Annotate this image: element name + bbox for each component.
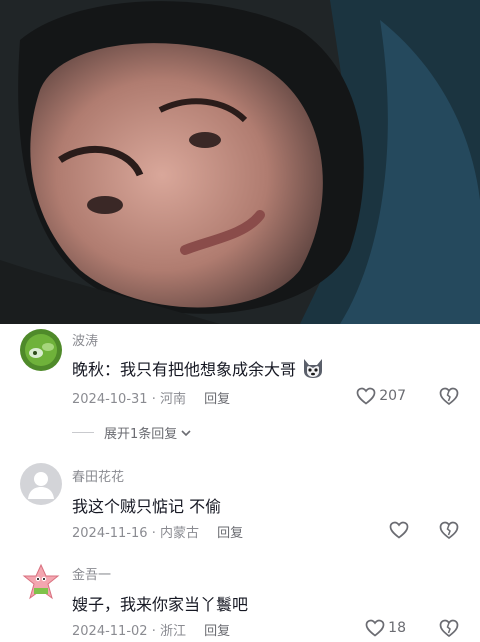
comment-meta: 2024-11-16 · 内蒙古 回复 [72, 526, 244, 541]
dislike-button[interactable] [438, 618, 460, 638]
comment-text: 我这个贼只惦记 不偷 [72, 497, 222, 516]
husky-dog-emoji-icon [304, 359, 323, 378]
broken-heart-icon [439, 521, 459, 540]
reply-button[interactable]: 回复 [204, 392, 230, 407]
like-button[interactable]: 18 [365, 618, 406, 638]
reply-button[interactable]: 回复 [217, 526, 243, 541]
like-count: 18 [388, 620, 406, 636]
comment-text: 嫂子，我来你家当丫鬟吧 [72, 595, 249, 614]
comment-text: 晚秋：我只有把他想象成余大哥 [72, 356, 325, 380]
heart-outline-icon [389, 521, 409, 539]
comment-item: 春田花花 我这个贼只惦记 不偷 2024-11-16 · 内蒙古 回复 [0, 459, 480, 559]
video-thumbnail[interactable] [0, 0, 480, 324]
avatar[interactable] [20, 562, 62, 604]
heart-outline-icon [365, 619, 385, 637]
comment-meta: 2024-11-02 · 浙江 回复 [72, 624, 231, 639]
like-button[interactable]: 207 [356, 386, 406, 406]
avatar[interactable] [20, 329, 62, 371]
dislike-button[interactable] [438, 520, 460, 540]
comment-meta: 2024-10-31 · 河南 回复 [72, 392, 231, 407]
like-count: 207 [379, 388, 406, 404]
avatar[interactable] [20, 463, 62, 505]
like-button[interactable] [389, 520, 412, 540]
comment-username[interactable]: 春田花花 [72, 466, 124, 485]
comment-username[interactable]: 金吾一 [72, 564, 111, 583]
chevron-down-icon [181, 429, 191, 436]
reply-button[interactable]: 回复 [204, 624, 230, 639]
broken-heart-icon [439, 387, 459, 406]
divider [72, 432, 94, 433]
dislike-button[interactable] [438, 386, 460, 406]
expand-replies-button[interactable]: 展开1条回复 [72, 423, 193, 442]
portrait-image [0, 0, 480, 324]
comment-item: 波涛 晚秋：我只有把他想象成余大哥 2024-10-31 · 河南 回复 207… [0, 324, 480, 459]
broken-heart-icon [439, 619, 459, 638]
heart-outline-icon [356, 387, 376, 405]
comment-item: 金吾一 嫂子，我来你家当丫鬟吧 2024-11-02 · 浙江 回复 18 [0, 559, 480, 641]
comment-username[interactable]: 波涛 [72, 330, 98, 349]
